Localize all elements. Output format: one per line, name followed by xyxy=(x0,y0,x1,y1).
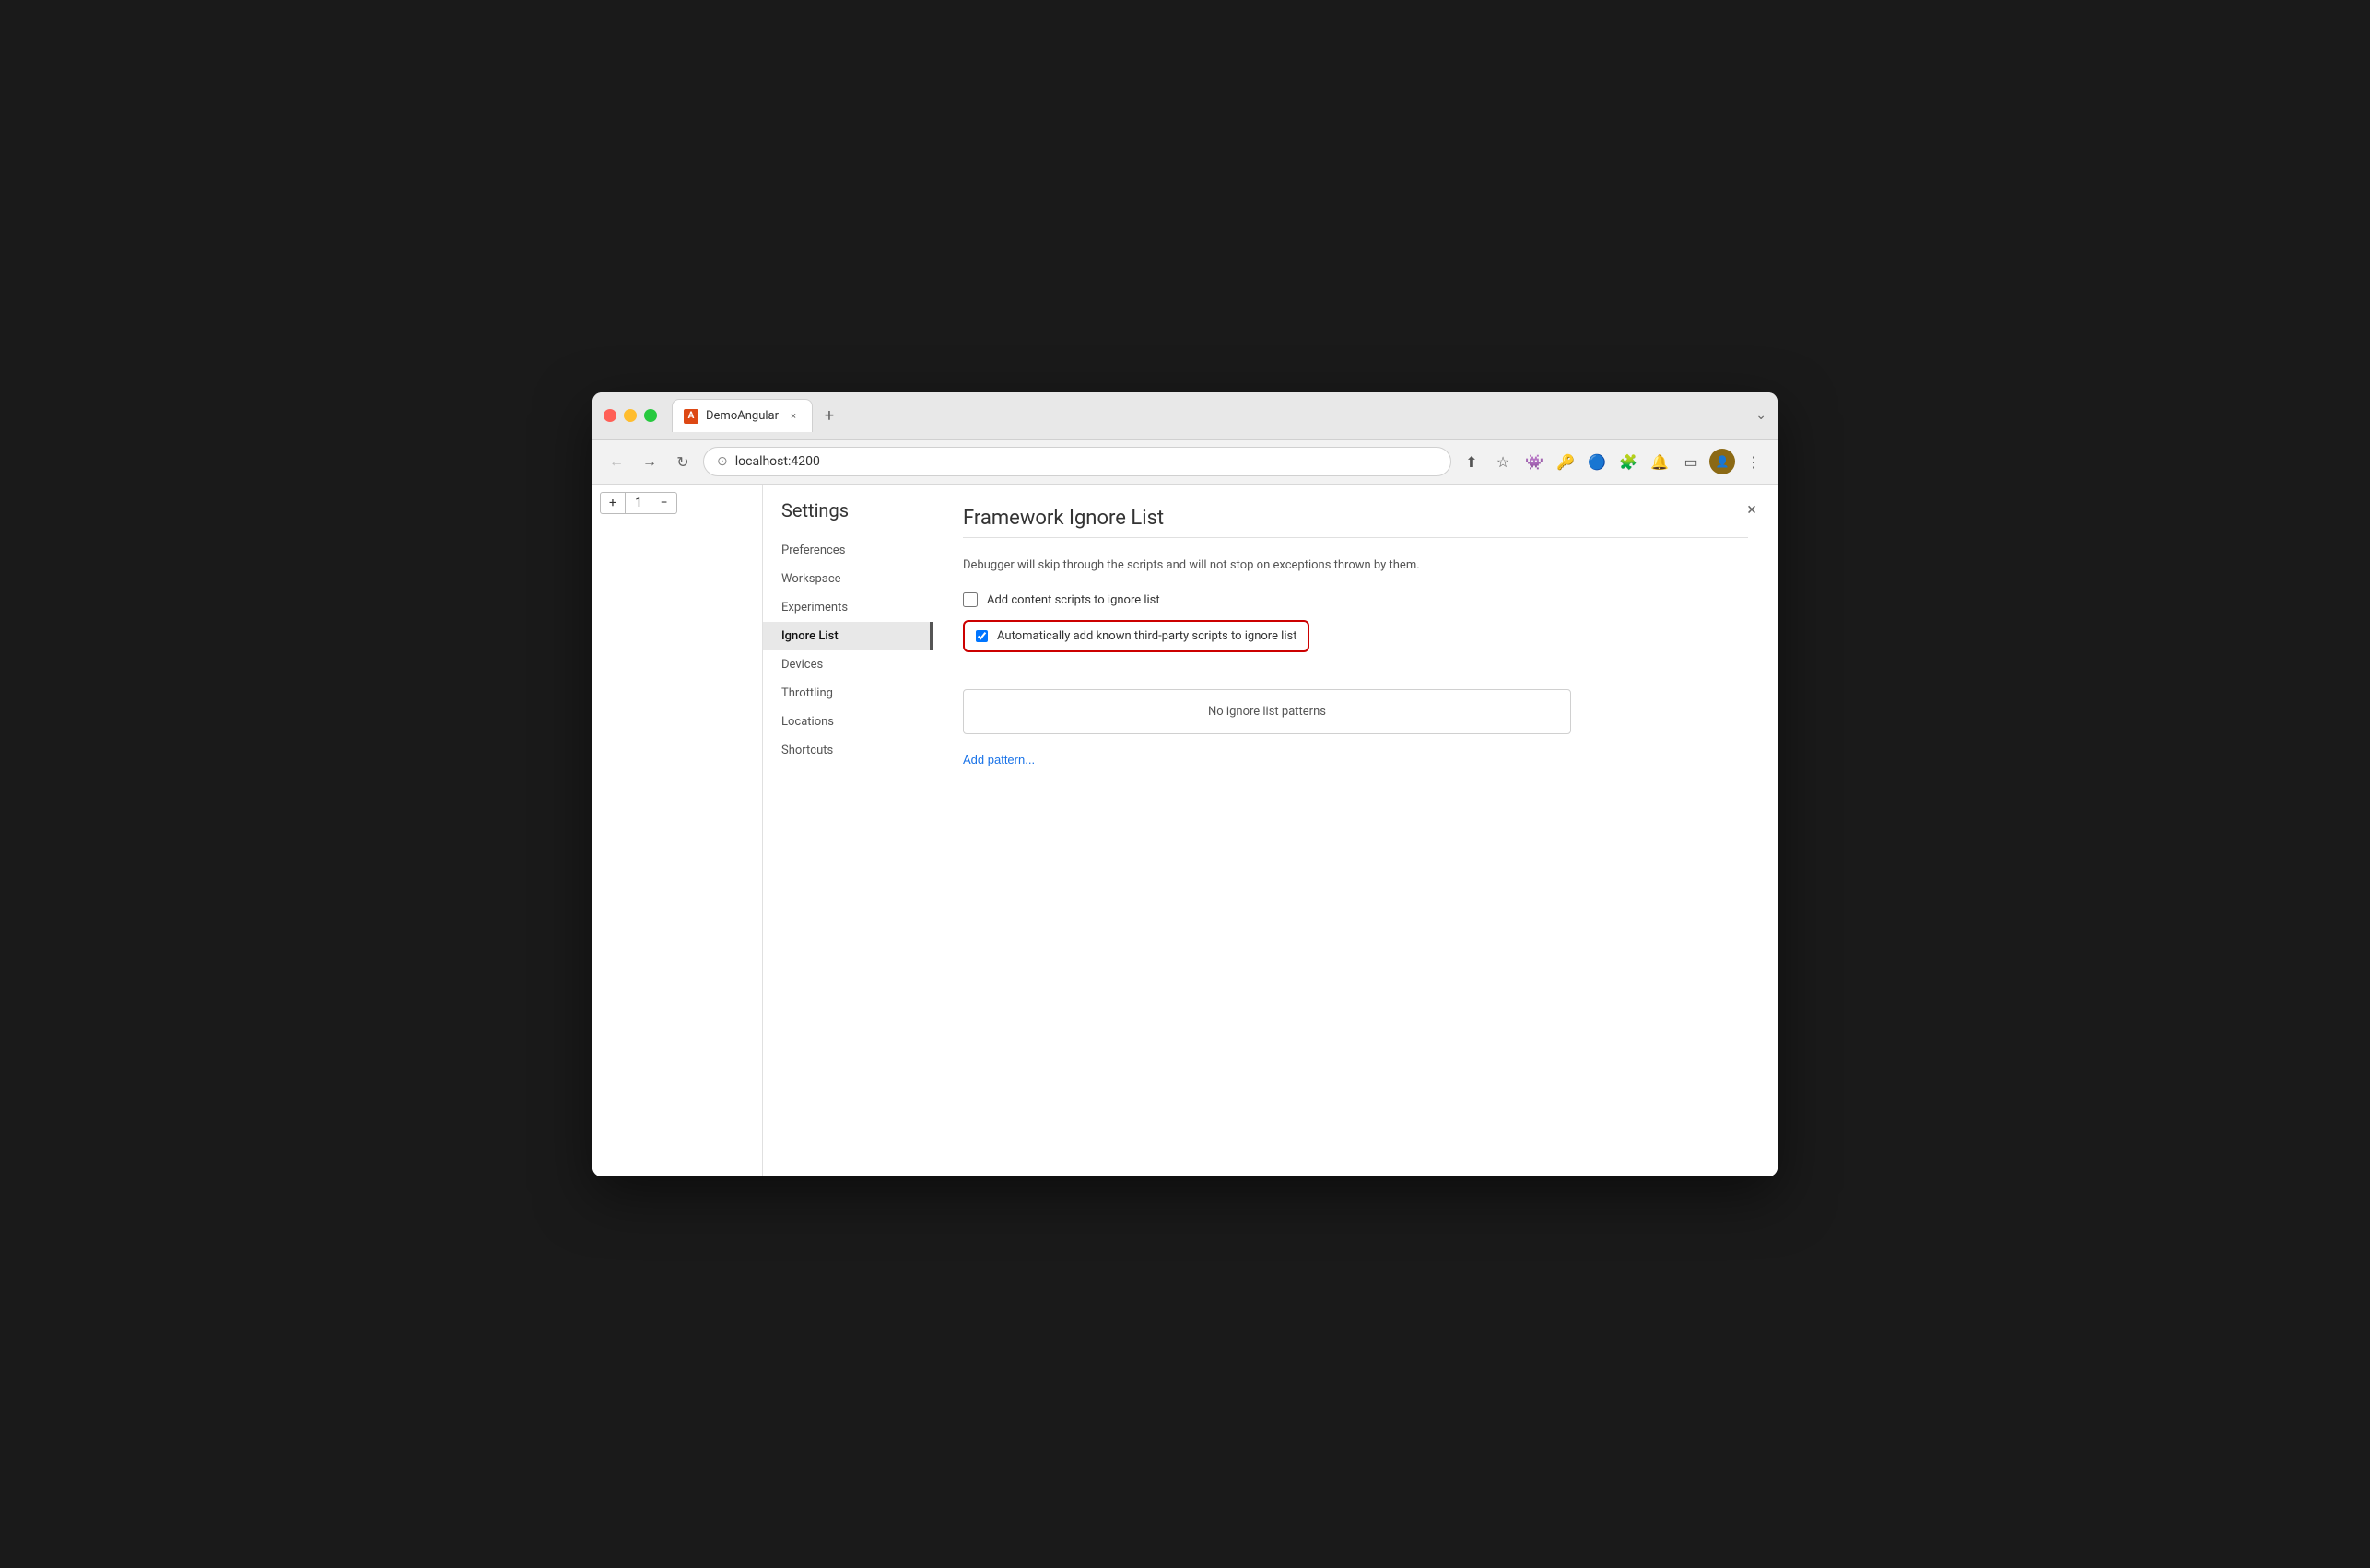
minimize-button[interactable] xyxy=(624,409,637,422)
menu-icon[interactable]: ⋮ xyxy=(1741,449,1766,474)
tab-close-button[interactable]: × xyxy=(786,409,801,424)
extension2-icon[interactable]: 🔑 xyxy=(1553,449,1578,474)
extension5-icon[interactable]: 🔔 xyxy=(1647,449,1672,474)
browser-tab[interactable]: A DemoAngular × xyxy=(672,399,813,432)
tab-bar: A DemoAngular × + xyxy=(672,399,1755,432)
settings-sidebar: Settings Preferences Workspace Experimen… xyxy=(763,485,933,1176)
sidebar-item-devices[interactable]: Devices xyxy=(763,650,933,679)
traffic-lights xyxy=(604,409,657,422)
bookmark-icon[interactable]: ☆ xyxy=(1490,449,1516,474)
extension3-icon[interactable]: 🔵 xyxy=(1584,449,1610,474)
sidebar-item-ignore-list[interactable]: Ignore List xyxy=(763,622,933,650)
share-icon[interactable]: ⬆ xyxy=(1459,449,1484,474)
patterns-empty-label: No ignore list patterns xyxy=(1208,705,1326,719)
section-title: Framework Ignore List xyxy=(963,507,1748,530)
close-button[interactable] xyxy=(604,409,616,422)
patterns-empty-box: No ignore list patterns xyxy=(963,689,1571,734)
extensions-icon[interactable]: 👾 xyxy=(1521,449,1547,474)
new-tab-button[interactable]: + xyxy=(816,403,842,428)
zoom-out-button[interactable]: − xyxy=(651,492,677,514)
zoom-in-button[interactable]: + xyxy=(600,492,626,514)
extension4-icon[interactable]: 🧩 xyxy=(1615,449,1641,474)
auto-add-third-party-label: Automatically add known third-party scri… xyxy=(997,629,1296,643)
settings-close-button[interactable]: × xyxy=(1741,499,1763,521)
add-pattern-button[interactable]: Add pattern... xyxy=(963,749,1035,770)
sidebar-item-workspace[interactable]: Workspace xyxy=(763,565,933,593)
highlighted-checkbox-row: Automatically add known third-party scri… xyxy=(963,620,1309,652)
sidebar-item-shortcuts[interactable]: Shortcuts xyxy=(763,736,933,765)
sidebar-item-preferences[interactable]: Preferences xyxy=(763,536,933,565)
toolbar-icons: ⬆ ☆ 👾 🔑 🔵 🧩 🔔 ▭ 👤 ⋮ xyxy=(1459,449,1766,474)
browser-window: A DemoAngular × + ⌄ ← → ↻ ⊙ localhost:42… xyxy=(592,392,1778,1176)
sidebar-item-experiments[interactable]: Experiments xyxy=(763,593,933,622)
tab-favicon: A xyxy=(684,409,698,424)
settings-title: Settings xyxy=(763,499,933,536)
checkbox-row-1: Add content scripts to ignore list xyxy=(963,592,1748,607)
sidebar-icon[interactable]: ▭ xyxy=(1678,449,1704,474)
location-icon: ⊙ xyxy=(717,454,728,469)
address-text: localhost:4200 xyxy=(735,454,820,469)
sidebar-item-locations[interactable]: Locations xyxy=(763,708,933,736)
settings-content: × Framework Ignore List Debugger will sk… xyxy=(933,485,1778,1176)
section-description: Debugger will skip through the scripts a… xyxy=(963,556,1748,575)
content-area: + 1 − Settings Preferences Workspace Exp… xyxy=(592,485,1778,1176)
settings-container: Settings Preferences Workspace Experimen… xyxy=(763,485,1778,1176)
zoom-level: 1 xyxy=(626,492,651,514)
maximize-button[interactable] xyxy=(644,409,657,422)
devtools-panel: Settings Preferences Workspace Experimen… xyxy=(763,485,1778,1176)
forward-button[interactable]: → xyxy=(637,449,663,474)
chevron-down-icon[interactable]: ⌄ xyxy=(1755,408,1766,423)
address-bar-row: ← → ↻ ⊙ localhost:4200 ⬆ ☆ 👾 🔑 🔵 🧩 🔔 ▭ 👤… xyxy=(592,440,1778,485)
add-content-scripts-checkbox[interactable] xyxy=(963,592,978,607)
profile-avatar[interactable]: 👤 xyxy=(1709,449,1735,474)
section-divider xyxy=(963,537,1748,538)
zoom-controls: + 1 − xyxy=(592,485,762,521)
tab-title: DemoAngular xyxy=(706,409,779,423)
title-bar: A DemoAngular × + ⌄ xyxy=(592,392,1778,440)
reload-button[interactable]: ↻ xyxy=(670,449,696,474)
auto-add-third-party-checkbox[interactable] xyxy=(976,630,988,642)
highlighted-checkbox-wrapper: Automatically add known third-party scri… xyxy=(963,620,1748,671)
address-bar[interactable]: ⊙ localhost:4200 xyxy=(703,447,1451,476)
back-button[interactable]: ← xyxy=(604,449,629,474)
sidebar-item-throttling[interactable]: Throttling xyxy=(763,679,933,708)
page-sidebar: + 1 − xyxy=(592,485,763,1176)
add-content-scripts-label: Add content scripts to ignore list xyxy=(987,593,1160,607)
